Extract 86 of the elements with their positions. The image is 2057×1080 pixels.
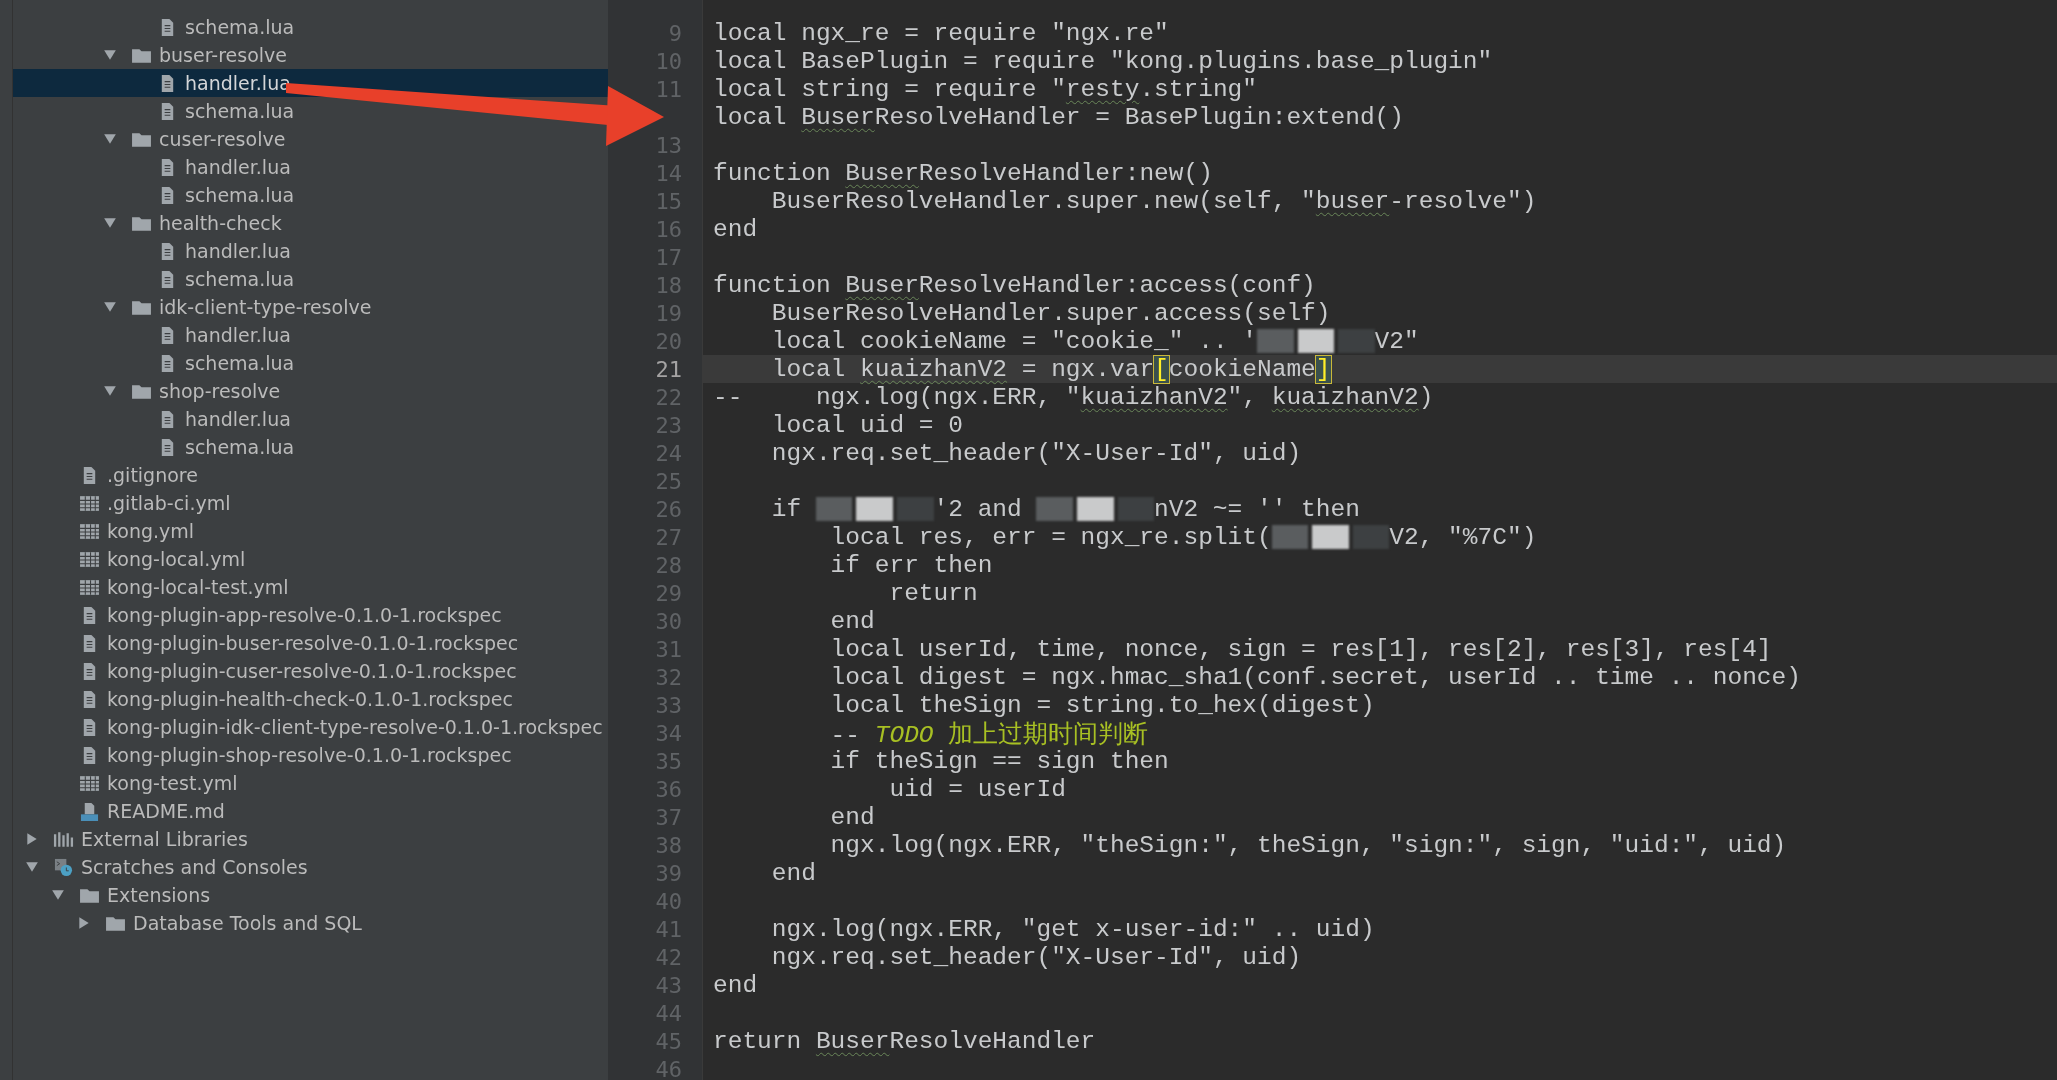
code-line: -- TODO 加上过期时间判断	[829, 720, 1149, 750]
tree-item[interactable]: kong-plugin-buser-resolve-0.1.0-1.rockspec	[51, 629, 519, 657]
tree-item[interactable]: kong-test.yml	[51, 769, 238, 797]
caret-icon[interactable]	[103, 48, 117, 62]
caret-icon[interactable]	[103, 216, 117, 230]
code-line: end	[713, 215, 758, 243]
code-line: local theSign = string.to_hex(digest)	[829, 691, 1375, 719]
libraries-icon	[53, 829, 74, 849]
code-line: if theSign == sign then	[829, 747, 1169, 775]
code-line: BuserResolveHandler.super.new(self, "buser-resolve")	[770, 187, 1537, 215]
tree-item[interactable]: Scratches and Consoles	[25, 853, 308, 881]
tree-item[interactable]: kong-plugin-idk-client-type-resolve-0.1.0-1.rockspec	[51, 713, 603, 741]
code-text: local res, err = ngx_re.split(	[829, 523, 1272, 551]
tree-item[interactable]: idk-client-type-resolve	[103, 293, 372, 321]
code-text: '2 and	[933, 495, 1023, 523]
code-line: function BuserResolveHandler:access(conf)	[713, 271, 1316, 299]
tree-item[interactable]: kong-plugin-app-resolve-0.1.0-1.rockspec	[51, 601, 502, 629]
tree-item[interactable]: health-check	[103, 209, 282, 237]
tree-item[interactable]: External Libraries	[25, 825, 248, 853]
code-line: return	[888, 579, 978, 607]
tree-item[interactable]: kong-plugin-shop-resolve-0.1.0-1.rockspec	[51, 741, 512, 769]
table-file-icon	[79, 577, 100, 597]
tree-item[interactable]: schema.lua	[129, 97, 295, 125]
tree-item[interactable]: kong.yml	[51, 517, 195, 545]
tree-item[interactable]: kong-plugin-cuser-resolve-0.1.0-1.rockspec	[51, 657, 517, 685]
code-line: uid = userId	[888, 775, 1066, 803]
tree-item[interactable]: handler.lua	[129, 153, 291, 181]
code-text: local cookieName = "cookie_" .. '	[770, 327, 1257, 355]
code-line: end	[713, 971, 758, 999]
tree-item[interactable]: Database Tools and SQL	[77, 909, 362, 937]
table-file-icon	[79, 773, 100, 793]
console-clock-icon	[53, 857, 74, 877]
tree-item[interactable]: kong-plugin-health-check-0.1.0-1.rockspec	[51, 685, 513, 713]
tree-item[interactable]: schema.lua	[129, 13, 295, 41]
code-line: return BuserResolveHandler	[713, 1027, 1096, 1055]
caret-icon[interactable]	[25, 832, 39, 846]
caret-icon[interactable]	[25, 860, 39, 874]
line-number: 21	[655, 356, 682, 382]
code-line: ngx.req.set_header("X-User-Id", uid)	[770, 943, 1302, 971]
tree-item[interactable]: cuser-resolve	[103, 125, 286, 153]
table-file-icon	[79, 521, 100, 541]
tree-item[interactable]: schema.lua	[129, 349, 295, 377]
table-file-icon	[79, 493, 100, 513]
code-line: local digest = ngx.hmac_sha1(conf.secret, userId .. time .. nonce)	[829, 663, 1801, 691]
caret-icon[interactable]	[77, 916, 91, 930]
code-line: end	[829, 607, 875, 635]
code-line: ngx.log(ngx.ERR, "get x-user-id:" .. uid)	[770, 915, 1375, 943]
code-text: nV2 ~= '' then	[1154, 495, 1360, 523]
tree-item[interactable]: schema.lua	[129, 181, 295, 209]
caret-icon[interactable]	[103, 300, 117, 314]
code-line: BuserResolveHandler.super.access(self)	[770, 299, 1331, 327]
tree-item[interactable]: kong-local.yml	[51, 545, 246, 573]
caret-icon[interactable]	[51, 888, 65, 902]
tree-item[interactable]: .gitlab-ci.yml	[51, 489, 231, 517]
code-line: local BuserResolveHandler = BasePlugin:extend()	[713, 103, 1405, 131]
code-line: local uid = 0	[770, 411, 963, 439]
tree-item[interactable]: .gitignore	[51, 461, 198, 489]
tree-item[interactable]: handler.lua	[129, 405, 291, 433]
table-file-icon	[79, 549, 100, 569]
code-line: local ngx_re = require "ngx.re"	[713, 19, 1169, 47]
tree-item[interactable]: README.md	[51, 797, 225, 825]
code-line: -- ngx.log(ngx.ERR, "kuaizhanV2", kuaizhanV2)	[713, 383, 1434, 411]
code-line: ngx.req.set_header("X-User-Id", uid)	[770, 439, 1302, 467]
code-line: end	[770, 859, 816, 887]
code-line: local userId, time, nonce, sign = res[1], res[2], res[3], res[4]	[829, 635, 1772, 663]
tree-item[interactable]: schema.lua	[129, 433, 295, 461]
code-line: if err then	[829, 551, 993, 579]
tree-item[interactable]: shop-resolve	[103, 377, 281, 405]
code-line: function BuserResolveHandler:new()	[713, 159, 1213, 187]
markdown-file-icon	[79, 801, 100, 821]
tree-item[interactable]: Extensions	[51, 881, 211, 909]
tree-item[interactable]: schema.lua	[129, 265, 295, 293]
code-line: local string = require "resty.string"	[713, 75, 1257, 103]
tree-item[interactable]: handler.lua	[129, 237, 291, 265]
code-line: local kuaizhanV2 = ngx.var[cookieName]	[770, 355, 1331, 383]
tree-item[interactable]: handler.lua	[129, 321, 291, 349]
code-line: end	[829, 803, 875, 831]
code-text: V2"	[1374, 327, 1419, 355]
code-line: ngx.log(ngx.ERR, "theSign:", theSign, "sign:", sign, "uid:", uid)	[829, 831, 1787, 859]
caret-icon[interactable]	[103, 384, 117, 398]
code-text: V2, "%7C")	[1389, 523, 1537, 551]
tree-item[interactable]: kong-local-test.yml	[51, 573, 289, 601]
tree-item[interactable]: buser-resolve	[103, 41, 287, 69]
code-text: if	[770, 495, 803, 523]
code-line: local BasePlugin = require "kong.plugins.base_plugin"	[713, 47, 1493, 75]
caret-icon[interactable]	[103, 132, 117, 146]
